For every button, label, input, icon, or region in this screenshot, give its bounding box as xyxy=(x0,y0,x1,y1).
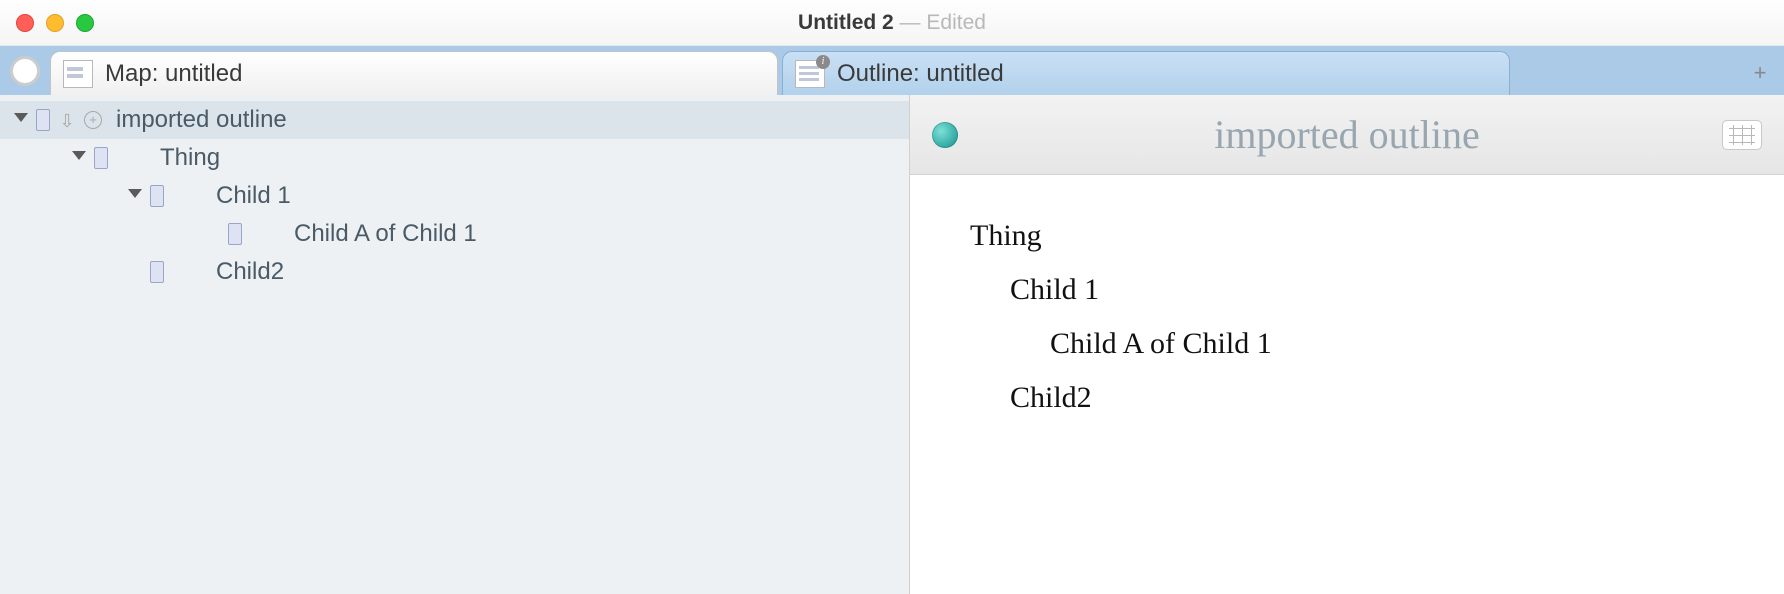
note-color-swatch-icon[interactable] xyxy=(932,122,958,148)
map-view-icon xyxy=(63,60,93,88)
document-name: Untitled 2 xyxy=(798,11,894,34)
window-minimize-button[interactable] xyxy=(46,14,64,32)
focus-indicator-icon[interactable] xyxy=(10,56,40,86)
window-title: Untitled 2 — Edited xyxy=(798,11,986,35)
tree-row-label: Child A of Child 1 xyxy=(294,220,477,248)
tree-row-child2[interactable]: Child2 xyxy=(0,253,909,291)
tree-row-imported-outline[interactable]: ⇩ + imported outline xyxy=(0,101,909,139)
tab-well-indicator xyxy=(0,46,50,95)
tree-row-thing[interactable]: Thing xyxy=(0,139,909,177)
content-line: Thing xyxy=(970,219,1724,253)
tab-bar: Map: untitled i Outline: untitled + xyxy=(0,46,1784,95)
main-split: ⇩ + imported outline Thing Child 1 Child… xyxy=(0,95,1784,594)
info-badge-icon: i xyxy=(816,55,830,69)
tab-label: Map: untitled xyxy=(105,60,242,88)
window-zoom-button[interactable] xyxy=(76,14,94,32)
add-tab-button[interactable]: + xyxy=(1744,51,1776,95)
tab-label: Outline: untitled xyxy=(837,60,1004,88)
attributes-table-button[interactable] xyxy=(1722,120,1762,150)
content-line: Child 1 xyxy=(970,273,1724,307)
outline-tree-pane: ⇩ + imported outline Thing Child 1 Child… xyxy=(0,95,910,594)
detail-content[interactable]: Thing Child 1 Child A of Child 1 Child2 xyxy=(910,175,1784,479)
plus-icon: + xyxy=(1754,60,1767,86)
detail-pane: imported outline Thing Child 1 Child A o… xyxy=(910,95,1784,594)
note-badge-icon xyxy=(150,261,164,283)
tree-row-child-a[interactable]: Child A of Child 1 xyxy=(0,215,909,253)
tree-row-label: imported outline xyxy=(116,106,287,134)
disclosure-triangle-icon[interactable] xyxy=(72,151,86,165)
add-child-icon[interactable]: + xyxy=(84,111,102,129)
outline-view-icon: i xyxy=(795,60,825,88)
down-arrow-icon[interactable]: ⇩ xyxy=(58,111,76,129)
tab-outline[interactable]: i Outline: untitled xyxy=(782,51,1510,95)
window-titlebar: Untitled 2 — Edited xyxy=(0,0,1784,46)
note-badge-icon xyxy=(228,223,242,245)
tab-map[interactable]: Map: untitled xyxy=(50,51,778,95)
traffic-lights xyxy=(0,14,94,32)
tree-row-child1[interactable]: Child 1 xyxy=(0,177,909,215)
window-close-button[interactable] xyxy=(16,14,34,32)
content-line: Child2 xyxy=(970,381,1724,415)
edited-indicator: — Edited xyxy=(894,11,986,34)
note-badge-icon xyxy=(36,109,50,131)
detail-title[interactable]: imported outline xyxy=(1214,111,1480,158)
tree-row-label: Thing xyxy=(160,144,220,172)
content-line: Child A of Child 1 xyxy=(970,327,1724,361)
note-badge-icon xyxy=(94,147,108,169)
detail-header: imported outline xyxy=(910,95,1784,175)
note-badge-icon xyxy=(150,185,164,207)
disclosure-triangle-icon[interactable] xyxy=(128,189,142,203)
disclosure-triangle-icon[interactable] xyxy=(14,113,28,127)
tree-row-label: Child 1 xyxy=(216,182,291,210)
tree-row-label: Child2 xyxy=(216,258,284,286)
